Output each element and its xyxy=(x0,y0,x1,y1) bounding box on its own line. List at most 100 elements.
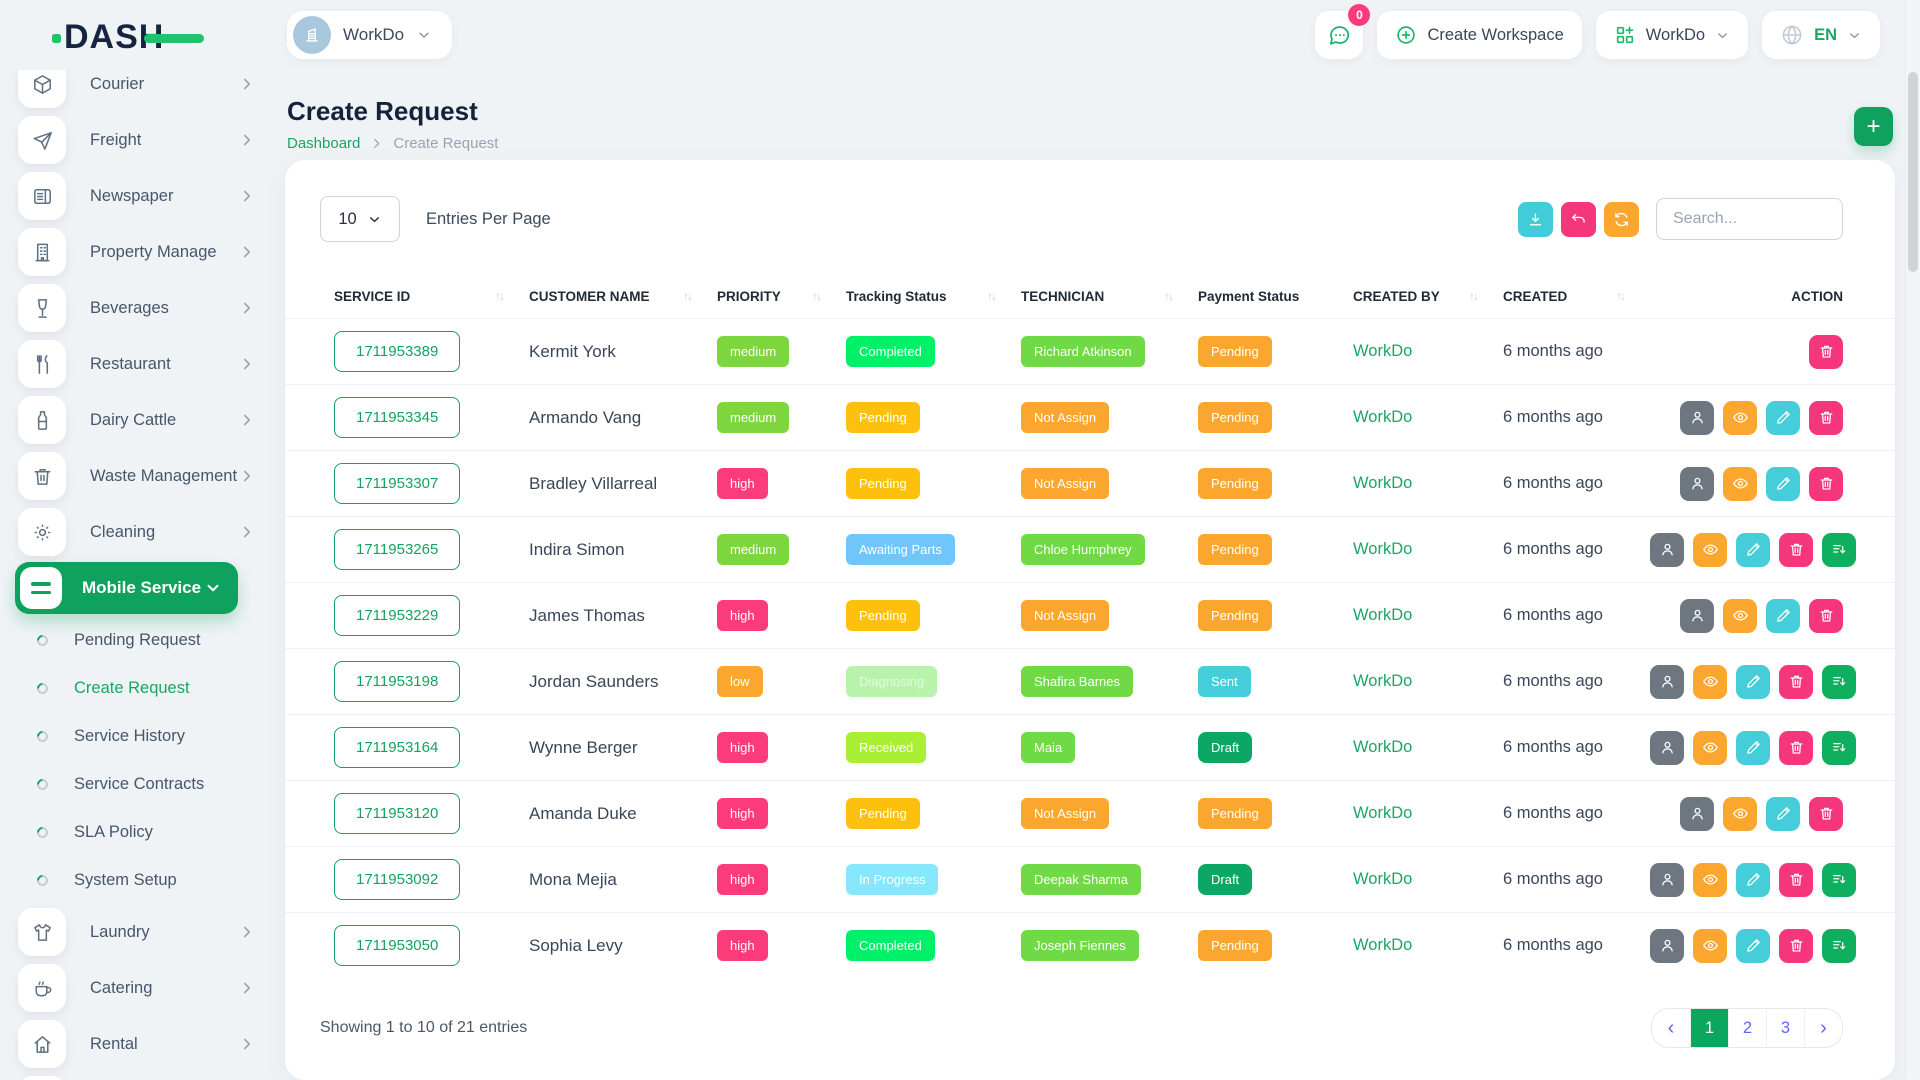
convert-button[interactable] xyxy=(1822,929,1856,963)
export-download-button[interactable] xyxy=(1518,202,1553,237)
service-id-pill[interactable]: 1711953389 xyxy=(334,331,460,372)
sidebar-subitem-pending-request[interactable]: Pending Request xyxy=(0,616,284,664)
sidebar-item-catering[interactable]: Catering xyxy=(0,960,284,1016)
sidebar-item-dairy-cattle[interactable]: Dairy Cattle xyxy=(0,392,284,448)
breadcrumb-dashboard-link[interactable]: Dashboard xyxy=(287,135,360,152)
created-by[interactable]: WorkDo xyxy=(1353,672,1503,691)
convert-button[interactable] xyxy=(1822,665,1856,699)
sidebar-item-courier[interactable]: Courier xyxy=(0,70,284,112)
service-id-pill[interactable]: 1711953164 xyxy=(334,727,460,768)
created-by[interactable]: WorkDo xyxy=(1353,936,1503,955)
delete-button[interactable] xyxy=(1809,797,1843,831)
view-button[interactable] xyxy=(1723,467,1757,501)
service-id-pill[interactable]: 1711953345 xyxy=(334,397,460,438)
edit-button[interactable] xyxy=(1766,599,1800,633)
sidebar-subitem-service-contracts[interactable]: Service Contracts xyxy=(0,760,284,808)
service-id-pill[interactable]: 1711953050 xyxy=(334,925,460,966)
view-button[interactable] xyxy=(1693,731,1727,765)
assign-button[interactable] xyxy=(1680,467,1714,501)
assign-button[interactable] xyxy=(1680,401,1714,435)
delete-button[interactable] xyxy=(1779,731,1813,765)
sort-icon[interactable]: ↑↓ xyxy=(1164,289,1172,303)
created-by[interactable]: WorkDo xyxy=(1353,540,1503,559)
assign-button[interactable] xyxy=(1650,533,1684,567)
edit-button[interactable] xyxy=(1736,665,1770,699)
reset-button[interactable] xyxy=(1561,202,1596,237)
created-by[interactable]: WorkDo xyxy=(1353,804,1503,823)
edit-button[interactable] xyxy=(1766,467,1800,501)
scrollbar-thumb[interactable] xyxy=(1908,72,1918,272)
delete-button[interactable] xyxy=(1779,863,1813,897)
delete-button[interactable] xyxy=(1779,533,1813,567)
workspace-chip[interactable]: WorkDo xyxy=(287,11,452,59)
sidebar-item-newspaper[interactable]: Newspaper xyxy=(0,168,284,224)
edit-button[interactable] xyxy=(1766,797,1800,831)
view-button[interactable] xyxy=(1723,797,1757,831)
column-header-tracking-status[interactable]: Tracking Status↑↓ xyxy=(846,289,1021,304)
view-button[interactable] xyxy=(1693,533,1727,567)
edit-button[interactable] xyxy=(1736,863,1770,897)
delete-button[interactable] xyxy=(1809,401,1843,435)
search-input[interactable] xyxy=(1656,198,1843,240)
pagination-page-2[interactable]: 2 xyxy=(1728,1009,1766,1047)
sidebar-item-waste-management[interactable]: Waste Management xyxy=(0,448,284,504)
column-header-priority[interactable]: PRIORITY↑↓ xyxy=(717,289,846,304)
pagination-prev-button[interactable]: ‹ xyxy=(1652,1009,1690,1047)
service-id-pill[interactable]: 1711953307 xyxy=(334,463,460,504)
sort-icon[interactable]: ↑↓ xyxy=(1616,289,1624,303)
view-button[interactable] xyxy=(1723,599,1757,633)
service-id-pill[interactable]: 1711953198 xyxy=(334,661,460,702)
assign-button[interactable] xyxy=(1650,665,1684,699)
view-button[interactable] xyxy=(1693,665,1727,699)
language-selector-button[interactable]: EN xyxy=(1762,11,1880,59)
view-button[interactable] xyxy=(1693,929,1727,963)
sidebar-item-laundry[interactable]: Laundry xyxy=(0,904,284,960)
pagination-page-3[interactable]: 3 xyxy=(1766,1009,1804,1047)
view-button[interactable] xyxy=(1693,863,1727,897)
created-by[interactable]: WorkDo xyxy=(1353,474,1503,493)
edit-button[interactable] xyxy=(1736,731,1770,765)
service-id-pill[interactable]: 1711953120 xyxy=(334,793,460,834)
delete-button[interactable] xyxy=(1809,599,1843,633)
created-by[interactable]: WorkDo xyxy=(1353,606,1503,625)
view-button[interactable] xyxy=(1723,401,1757,435)
edit-button[interactable] xyxy=(1736,929,1770,963)
edit-button[interactable] xyxy=(1766,401,1800,435)
pagination-next-button[interactable]: › xyxy=(1804,1009,1842,1047)
messages-button[interactable]: 0 xyxy=(1315,11,1363,59)
sidebar-subitem-create-request[interactable]: Create Request xyxy=(0,664,284,712)
assign-button[interactable] xyxy=(1680,797,1714,831)
column-header-customer-name[interactable]: CUSTOMER NAME↑↓ xyxy=(529,289,717,304)
refresh-button[interactable] xyxy=(1604,202,1639,237)
service-id-pill[interactable]: 1711953092 xyxy=(334,859,460,900)
assign-button[interactable] xyxy=(1650,863,1684,897)
create-workspace-button[interactable]: Create Workspace xyxy=(1377,11,1581,59)
edit-button[interactable] xyxy=(1736,533,1770,567)
sidebar-subitem-service-history[interactable]: Service History xyxy=(0,712,284,760)
column-header-technician[interactable]: TECHNICIAN↑↓ xyxy=(1021,289,1198,304)
workspace-switcher-button[interactable]: WorkDo xyxy=(1596,11,1748,59)
convert-button[interactable] xyxy=(1822,731,1856,765)
sidebar-item-restaurant[interactable]: Restaurant xyxy=(0,336,284,392)
sort-icon[interactable]: ↑↓ xyxy=(495,289,503,303)
page-scrollbar[interactable] xyxy=(1905,0,1920,1080)
sidebar-item-item[interactable] xyxy=(0,1072,284,1080)
sort-icon[interactable]: ↑↓ xyxy=(987,289,995,303)
sidebar-item-beverages[interactable]: Beverages xyxy=(0,280,284,336)
sidebar-item-rental[interactable]: Rental xyxy=(0,1016,284,1072)
convert-button[interactable] xyxy=(1822,863,1856,897)
sort-icon[interactable]: ↑↓ xyxy=(1469,289,1477,303)
service-id-pill[interactable]: 1711953229 xyxy=(334,595,460,636)
sidebar-item-freight[interactable]: Freight xyxy=(0,112,284,168)
created-by[interactable]: WorkDo xyxy=(1353,342,1503,361)
sidebar-item-cleaning[interactable]: Cleaning xyxy=(0,504,284,560)
add-request-button[interactable]: + xyxy=(1854,107,1893,146)
assign-button[interactable] xyxy=(1650,929,1684,963)
service-id-pill[interactable]: 1711953265 xyxy=(334,529,460,570)
sidebar-item-mobile-service[interactable]: Mobile Service xyxy=(15,562,238,614)
delete-button[interactable] xyxy=(1779,665,1813,699)
pagination-page-1[interactable]: 1 xyxy=(1690,1009,1728,1047)
convert-button[interactable] xyxy=(1822,533,1856,567)
assign-button[interactable] xyxy=(1650,731,1684,765)
delete-button[interactable] xyxy=(1809,467,1843,501)
